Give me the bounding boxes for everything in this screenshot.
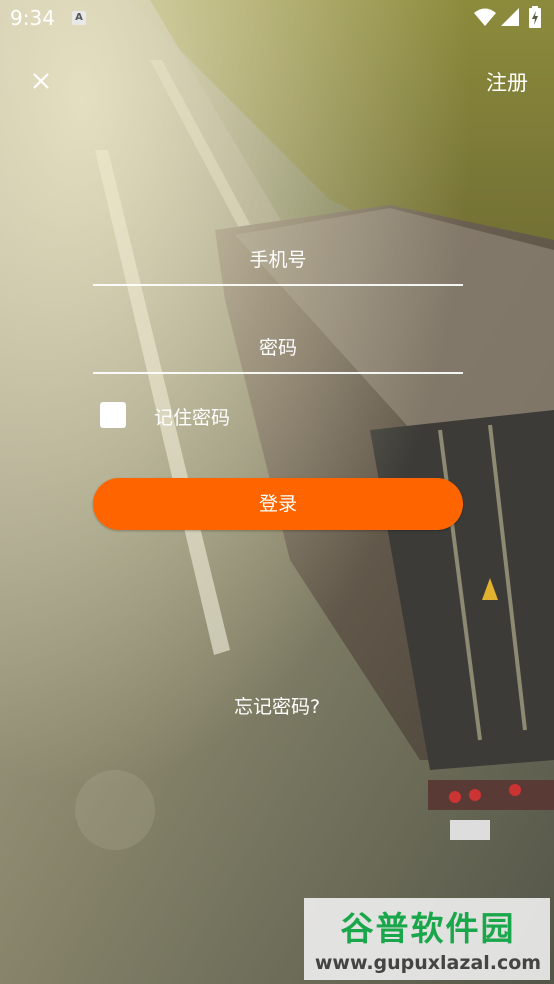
forgot-password-link[interactable]: 忘记密码?: [0, 692, 554, 719]
status-time: 9:34: [10, 6, 55, 30]
close-icon[interactable]: [28, 68, 54, 94]
status-bar: 9:34 A: [0, 0, 554, 36]
password-input[interactable]: 密码: [93, 333, 463, 360]
password-field[interactable]: 密码: [93, 332, 463, 374]
remember-checkbox[interactable]: [100, 402, 126, 428]
a-icon: A: [72, 11, 86, 25]
watermark-url: www.gupuxlazal.com: [314, 952, 542, 974]
watermark-logo: 谷普软件园: [340, 909, 516, 948]
login-button[interactable]: 登录: [93, 478, 463, 530]
watermark: 谷普软件园 www.gupuxlazal.com: [304, 898, 550, 980]
wifi-icon: [474, 8, 496, 26]
battery-icon: [529, 6, 541, 28]
phone-field[interactable]: 手机号: [93, 244, 463, 286]
phone-input[interactable]: 手机号: [93, 245, 463, 272]
register-link[interactable]: 注册: [486, 67, 528, 97]
remember-label: 记住密码: [154, 407, 231, 429]
signal-icon: [501, 8, 519, 26]
